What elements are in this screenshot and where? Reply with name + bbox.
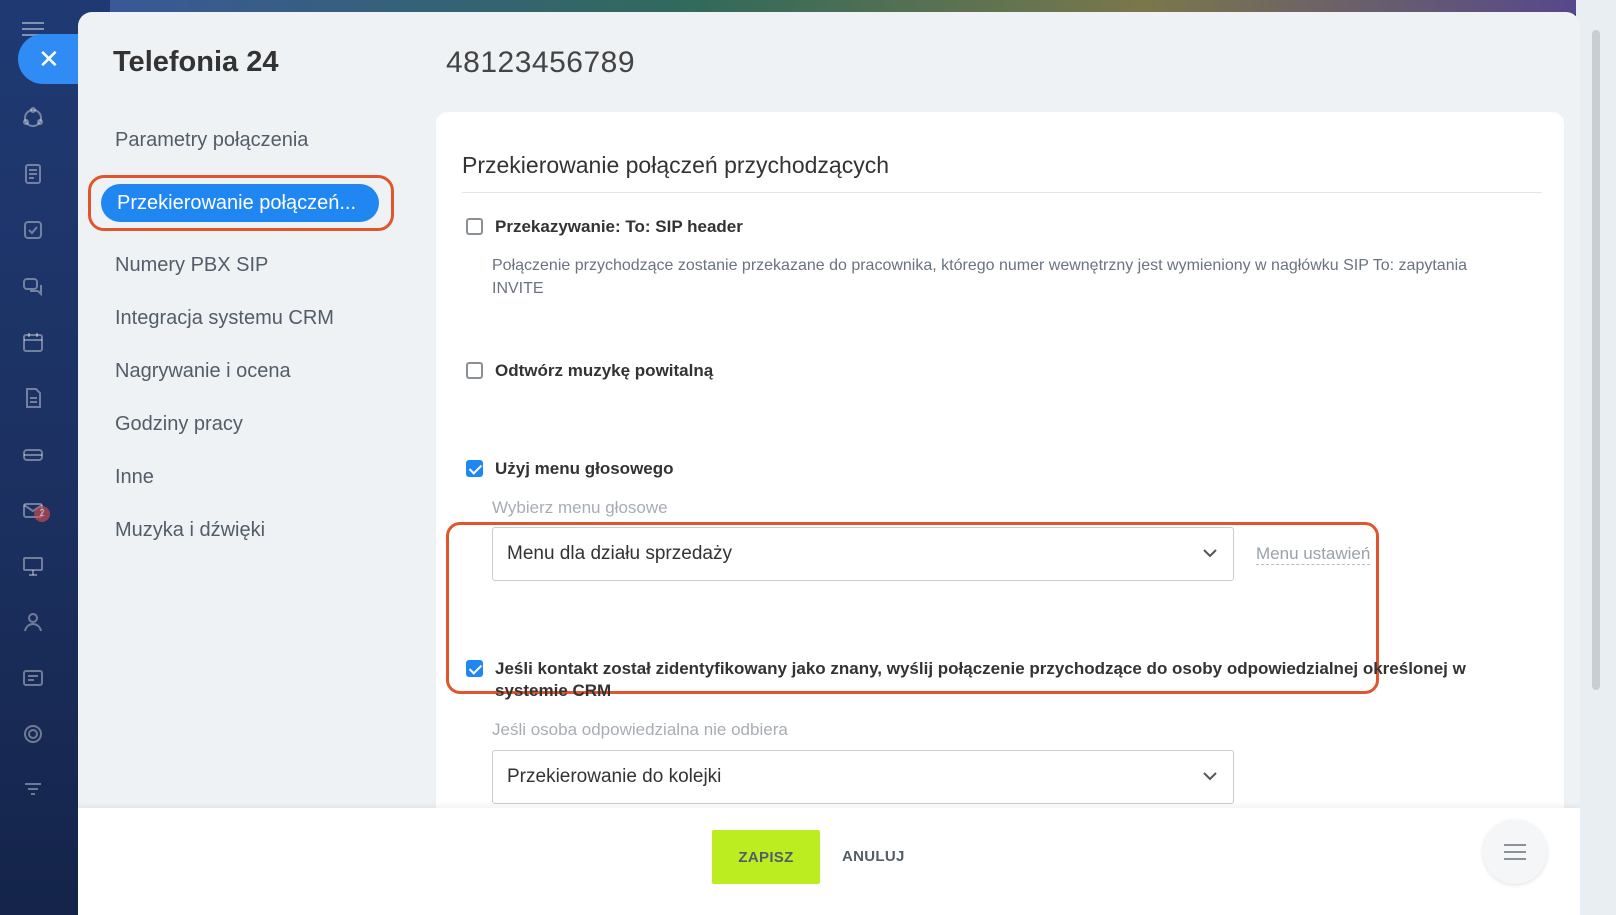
voice-menu-checkbox[interactable] [466, 460, 483, 477]
sidebar-item-call-forwarding[interactable]: Przekierowanie połączeń... [101, 184, 379, 222]
drive-icon[interactable] [20, 442, 46, 468]
chevron-down-icon [1203, 772, 1217, 781]
voice-menu-select[interactable]: Menu dla działu sprzedaży [492, 527, 1234, 581]
sip-forward-checkbox[interactable] [466, 218, 483, 235]
voice-menu-option: Użyj menu głosowego [466, 458, 674, 480]
voice-menu-label: Użyj menu głosowego [495, 459, 674, 478]
settings-sidebar: Parametry połączenia Przekierowanie połą… [88, 122, 398, 565]
menu-fab-button[interactable] [1483, 820, 1547, 884]
sidebar-item-crm-integration[interactable]: Integracja systemu CRM [98, 300, 398, 336]
close-icon: ✕ [38, 44, 60, 74]
close-slider-button[interactable]: ✕ [18, 34, 80, 84]
voice-menu-selected-value: Menu dla działu sprzedaży [507, 543, 732, 564]
forwarding-settings-card: Przekierowanie połączeń przychodzących P… [436, 112, 1564, 915]
cancel-button[interactable]: ANULUJ [842, 830, 905, 884]
sidebar-item-recording[interactable]: Nagrywanie i ocena [98, 353, 398, 389]
feed-icon[interactable] [20, 162, 46, 188]
crm-forward-hint: Jeśli osoba odpowiedzialna nie odbiera [492, 720, 788, 739]
chat-icon[interactable] [20, 274, 46, 300]
voice-menu-hint: Wybierz menu głosowe [492, 498, 668, 517]
chevron-down-icon [1203, 549, 1217, 558]
target-icon[interactable] [20, 722, 46, 748]
sidebar-item-working-hours[interactable]: Godziny pracy [98, 406, 398, 442]
save-button[interactable]: ZAPISZ [712, 830, 820, 884]
sip-forward-label: Przekazywanie: To: SIP header [495, 217, 743, 236]
sidebar-item-connection-params[interactable]: Parametry połączenia [98, 122, 398, 158]
tasks-icon[interactable] [20, 218, 46, 244]
phone-number-title: 48123456789 [446, 46, 636, 79]
page-title: Telefonia 24 [113, 46, 279, 78]
list-menu-icon [1504, 844, 1526, 860]
presentation-icon[interactable] [20, 554, 46, 580]
section-divider [462, 192, 1542, 193]
voice-menu-settings-link[interactable]: Menu ustawień [1256, 544, 1371, 565]
sip-forward-option: Przekazywanie: To: SIP header [466, 216, 743, 238]
active-item-highlight: Przekierowanie połączeń... [88, 175, 394, 231]
crm-forward-option: Jeśli kontakt został zidentyfikowany jak… [466, 658, 1486, 702]
crm-fallback-selected-value: Przekierowanie do kolejki [507, 766, 722, 787]
sidebar-item-music[interactable]: Muzyka i dźwięki [98, 512, 398, 548]
contacts-icon[interactable] [20, 610, 46, 636]
activity-icon[interactable] [20, 106, 46, 132]
sidebar-item-other[interactable]: Inne [98, 459, 398, 495]
telephony-settings-panel: Telefonia 24 48123456789 Parametry połąc… [78, 12, 1580, 915]
mail-badge: 2 [34, 506, 50, 522]
crm-forward-checkbox[interactable] [466, 660, 483, 677]
sip-forward-description: Połączenie przychodzące zostanie przekaz… [492, 257, 1468, 297]
calendar-icon[interactable] [20, 330, 46, 356]
panel-scrollbar[interactable] [1592, 30, 1600, 690]
welcome-music-checkbox[interactable] [466, 362, 483, 379]
action-footer: ZAPISZ ANULUJ [78, 808, 1580, 915]
welcome-music-label: Odtwórz muzykę powitalną [495, 361, 714, 380]
document-icon[interactable] [20, 386, 46, 412]
sidebar-item-pbx-numbers[interactable]: Numery PBX SIP [98, 247, 398, 283]
card-icon[interactable] [20, 666, 46, 692]
app-rail: ✕ 2 [0, 0, 80, 915]
crm-fallback-select[interactable]: Przekierowanie do kolejki [492, 750, 1234, 804]
section-title: Przekierowanie połączeń przychodzących [462, 152, 889, 178]
crm-forward-label: Jeśli kontakt został zidentyfikowany jak… [495, 659, 1466, 700]
filter-icon[interactable] [20, 778, 46, 804]
welcome-music-option: Odtwórz muzykę powitalną [466, 360, 713, 382]
